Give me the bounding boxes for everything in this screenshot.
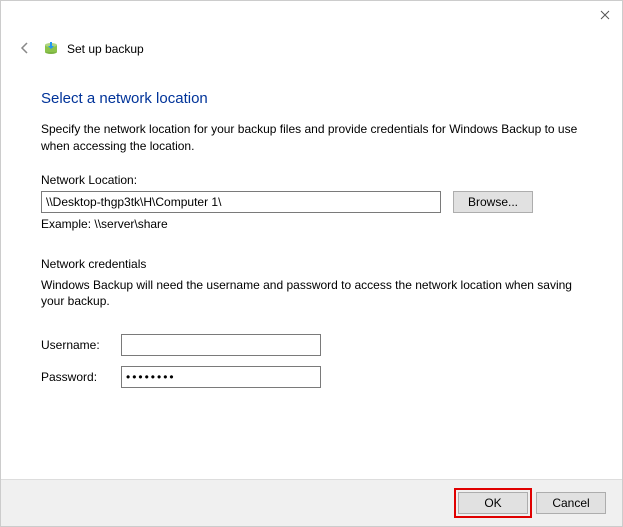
network-location-row: Browse... [41,191,582,213]
browse-button[interactable]: Browse... [453,191,533,213]
content: Select a network location Specify the ne… [1,78,622,479]
network-location-label: Network Location: [41,173,582,187]
password-input[interactable] [121,366,321,388]
username-input[interactable] [121,334,321,356]
footer: OK Cancel [1,479,622,526]
ok-button[interactable]: OK [458,492,528,514]
cancel-button[interactable]: Cancel [536,492,606,514]
header-title-group: Set up backup [43,39,144,58]
titlebar [1,1,622,31]
setup-backup-dialog: Set up backup Select a network location … [0,0,623,527]
credentials-heading: Network credentials [41,257,582,271]
page-heading: Select a network location [41,90,582,107]
header: Set up backup [1,31,622,78]
page-description: Specify the network location for your ba… [41,121,582,155]
close-icon[interactable] [598,9,612,23]
password-row: Password: [41,366,582,388]
username-row: Username: [41,334,582,356]
example-text: Example: \\server\share [41,217,582,231]
network-location-input[interactable] [41,191,441,213]
backup-icon [43,39,59,58]
password-label: Password: [41,370,121,384]
username-label: Username: [41,338,121,352]
header-title-text: Set up backup [67,42,144,56]
back-arrow-icon[interactable] [17,41,33,57]
credentials-description: Windows Backup will need the username an… [41,277,582,311]
